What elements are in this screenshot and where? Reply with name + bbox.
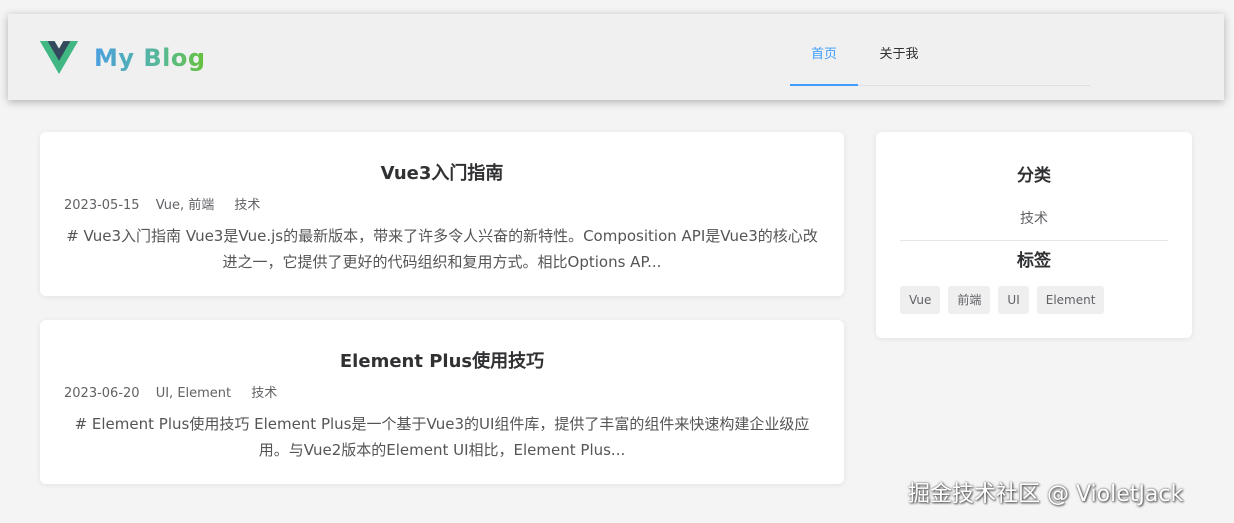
nav-item-about[interactable]: 关于我 [858,14,940,86]
post-tags: UI, Element [155,386,232,401]
nav-item-home[interactable]: 首页 [790,14,858,86]
tag-vue[interactable]: Vue [900,286,941,314]
vue-logo-icon [40,41,78,74]
post-category: 技术 [234,198,261,213]
post-meta: 2023-06-20 UI, Element 技术 [64,382,289,401]
logo[interactable]: My Blog [40,41,206,74]
post-card: Vue3入门指南 2023-05-15 Vue, 前端 技术 # Vue3入门指… [40,132,844,296]
post-date: 2023-05-15 [64,198,140,213]
tag-frontend[interactable]: 前端 [948,286,991,314]
categories-heading: 分类 [1017,166,1051,186]
post-title[interactable]: Vue3入门指南 [40,159,844,185]
post-meta: 2023-05-15 Vue, 前端 技术 [64,194,272,213]
post-date: 2023-06-20 [64,386,140,401]
tags-heading: 标签 [1017,251,1051,271]
post-excerpt: # Element Plus使用技巧 Element Plus是一个基于Vue3… [74,415,810,459]
site-title: My Blog [94,43,206,72]
main-nav: 首页 关于我 [790,14,1090,86]
post-tags: Vue, 前端 [155,198,215,213]
sidebar: 分类 技术 标签 Vue 前端 UI Element [876,132,1192,338]
category-item[interactable]: 技术 [900,208,1168,241]
tag-element[interactable]: Element [1036,286,1105,314]
tag-ui[interactable]: UI [998,286,1029,314]
post-card: Element Plus使用技巧 2023-06-20 UI, Element … [40,320,844,484]
watermark: 掘金技术社区 @ VioletJack [908,482,1184,507]
post-title[interactable]: Element Plus使用技巧 [40,347,844,373]
post-excerpt: # Vue3入门指南 Vue3是Vue.js的最新版本，带来了许多令人兴奋的新特… [66,227,818,271]
post-category: 技术 [251,386,278,401]
tag-list: Vue 前端 UI Element [900,286,1105,314]
site-header: My Blog 首页 关于我 [8,14,1224,100]
